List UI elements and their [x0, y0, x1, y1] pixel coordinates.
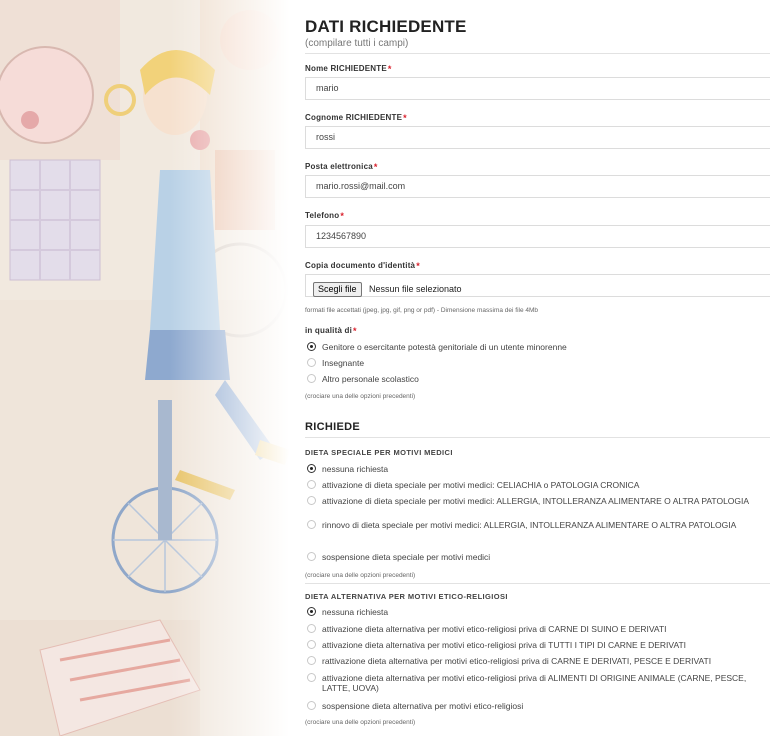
- dieta-medica-note: (crociare una delle opzioni precedenti): [305, 572, 416, 579]
- radio-button[interactable]: [307, 358, 316, 367]
- radio-button[interactable]: [307, 624, 316, 633]
- dieta-medica-option-label: nessuna richiesta: [322, 464, 389, 474]
- documento-label: Copia documento d'identità*: [305, 261, 420, 271]
- cognome-input[interactable]: rossi: [305, 126, 770, 149]
- radio-button[interactable]: [307, 520, 316, 529]
- dieta-medica-title: DIETA SPECIALE PER MOTIVI MEDICI: [305, 448, 453, 457]
- qualita-note: (crociare una delle opzioni precedenti): [305, 393, 416, 400]
- dieta-medica-option-label: attivazione di dieta speciale per motivi…: [322, 496, 750, 506]
- dieta-medica-option-label: sospensione dieta speciale per motivi me…: [322, 552, 491, 562]
- dieta-etica-option-label: nessuna richiesta: [322, 607, 389, 617]
- dieta-etica-title: DIETA ALTERNATIVA PER MOTIVI ETICO-RELIG…: [305, 592, 508, 601]
- required-marker: *: [387, 64, 392, 74]
- radio-button-selected[interactable]: [307, 464, 316, 473]
- qualita-option-label: Genitore o esercitante potestà genitoria…: [322, 342, 567, 352]
- qualita-label: in qualità di*: [305, 326, 357, 336]
- radio-button-selected[interactable]: [307, 342, 316, 351]
- background-illustration: [0, 0, 290, 736]
- radio-button[interactable]: [307, 701, 316, 710]
- dieta-etica-note: (crociare una delle opzioni precedenti): [305, 719, 416, 726]
- telefono-input[interactable]: 1234567890: [305, 225, 770, 248]
- radio-button[interactable]: [307, 640, 316, 649]
- file-format-note: formati file accettati (jpeg, jpg, gif, …: [305, 307, 539, 314]
- page-subtitle: (compilare tutti i campi): [305, 38, 409, 49]
- dieta-etica-option-label: rattivazione dieta alternativa per motiv…: [322, 656, 712, 666]
- background-fade: [170, 0, 290, 736]
- qualita-option-label: Altro personale scolastico: [322, 374, 419, 384]
- dieta-etica-option-label: sospensione dieta alternativa per motivi…: [322, 701, 524, 711]
- dieta-etica-option-label: attivazione dieta alternativa per motivi…: [322, 673, 747, 693]
- radio-button[interactable]: [307, 673, 316, 682]
- nome-label: Nome RICHIEDENTE*: [305, 64, 392, 74]
- file-status: Nessun file selezionato: [369, 284, 462, 294]
- required-marker: *: [340, 211, 345, 221]
- radio-button[interactable]: [307, 552, 316, 561]
- divider: [305, 583, 770, 584]
- richiede-section-title: RICHIEDE: [305, 421, 360, 433]
- radio-button[interactable]: [307, 656, 316, 665]
- cognome-label: Cognome RICHIEDENTE*: [305, 113, 407, 123]
- radio-button[interactable]: [307, 496, 316, 505]
- dieta-medica-option-label: rinnovo di dieta speciale per motivi med…: [322, 520, 737, 530]
- telefono-label: Telefono*: [305, 211, 345, 221]
- email-label: Posta elettronica*: [305, 162, 378, 172]
- request-form: DATI RICHIEDENTE (compilare tutti i camp…: [305, 0, 770, 736]
- qualita-option-label: Insegnante: [322, 358, 365, 368]
- required-marker: *: [373, 162, 378, 172]
- required-marker: *: [403, 113, 407, 123]
- choose-file-button[interactable]: Scegli file: [313, 282, 362, 297]
- divider: [305, 53, 770, 54]
- nome-input[interactable]: mario: [305, 77, 770, 100]
- dieta-etica-option-label: attivazione dieta alternativa per motivi…: [322, 624, 667, 634]
- dieta-medica-option-label: attivazione di dieta speciale per motivi…: [322, 480, 640, 490]
- email-input[interactable]: mario.rossi@mail.com: [305, 175, 770, 198]
- page-title: DATI RICHIEDENTE: [305, 17, 467, 36]
- radio-button[interactable]: [307, 374, 316, 383]
- divider: [305, 437, 770, 438]
- required-marker: *: [416, 261, 420, 271]
- radio-button[interactable]: [307, 480, 316, 489]
- required-marker: *: [353, 326, 357, 336]
- radio-button-selected[interactable]: [307, 607, 316, 616]
- dieta-etica-option-label: attivazione dieta alternativa per motivi…: [322, 640, 687, 650]
